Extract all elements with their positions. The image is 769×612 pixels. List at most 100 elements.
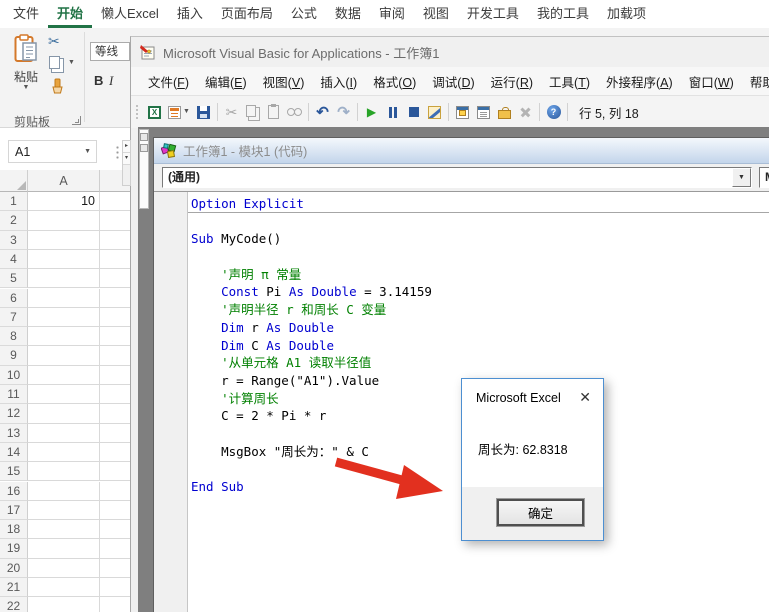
vba-title-bar[interactable]: Microsoft Visual Basic for Applications … [131, 37, 769, 67]
copy-dropdown-caret[interactable]: ▼ [68, 60, 75, 66]
vba-menu-F[interactable]: 文件(F) [140, 67, 197, 96]
cell-A20[interactable] [28, 559, 100, 578]
cell-B11[interactable] [100, 385, 132, 404]
bold-button[interactable]: B [94, 73, 103, 88]
row-header-9[interactable]: 9 [0, 346, 28, 365]
ribbon-tab-开始[interactable]: 开始 [48, 0, 92, 28]
cell-B18[interactable] [100, 520, 132, 539]
cut-icon[interactable]: ✂ [48, 33, 60, 50]
vba-menu-W[interactable]: 窗口(W) [681, 67, 742, 96]
cell-B13[interactable] [100, 424, 132, 443]
find-icon[interactable] [285, 102, 304, 122]
help-icon[interactable]: ? [544, 102, 563, 122]
design-mode-icon[interactable] [425, 102, 444, 122]
vba-menu-R[interactable]: 运行(R) [483, 67, 541, 96]
cell-A6[interactable] [28, 289, 100, 308]
tools-disabled-icon[interactable] [516, 102, 535, 122]
cell-A11[interactable] [28, 385, 100, 404]
vba-menu-O[interactable]: 格式(O) [365, 67, 424, 96]
cell-A3[interactable] [28, 231, 100, 250]
cell-A14[interactable] [28, 443, 100, 462]
ribbon-tab-我的工具[interactable]: 我的工具 [528, 0, 598, 28]
paste-button[interactable]: 粘贴 ▼ [8, 34, 44, 112]
cell-B12[interactable] [100, 404, 132, 423]
row-header-14[interactable]: 14 [0, 443, 28, 462]
break-icon[interactable] [383, 102, 402, 122]
save-icon[interactable] [194, 102, 213, 122]
clipboard-dialog-launcher[interactable] [72, 116, 81, 125]
vba-menu-I[interactable]: 插入(I) [312, 67, 365, 96]
cell-B19[interactable] [100, 539, 132, 558]
properties-window-icon[interactable] [474, 102, 493, 122]
row-header-13[interactable]: 13 [0, 424, 28, 443]
row-header-16[interactable]: 16 [0, 482, 28, 501]
ribbon-tab-开发工具[interactable]: 开发工具 [458, 0, 528, 28]
font-name-combo[interactable]: 等线 [90, 42, 130, 61]
cell-A18[interactable] [28, 520, 100, 539]
row-header-15[interactable]: 15 [0, 462, 28, 481]
code-window-title-bar[interactable]: 工作簿1 - 模块1 (代码) [154, 138, 769, 164]
redo-icon[interactable]: ↷ [334, 102, 353, 122]
view-excel-icon[interactable]: X [145, 102, 164, 122]
cell-A19[interactable] [28, 539, 100, 558]
select-all-corner[interactable] [0, 170, 28, 192]
cell-B8[interactable] [100, 327, 132, 346]
cell-A12[interactable] [28, 404, 100, 423]
cell-B10[interactable] [100, 366, 132, 385]
ribbon-tab-公式[interactable]: 公式 [282, 0, 326, 28]
format-painter-icon[interactable] [48, 78, 66, 96]
row-header-6[interactable]: 6 [0, 289, 28, 308]
cell-A2[interactable] [28, 211, 100, 230]
cell-A22[interactable] [28, 597, 100, 612]
project-explorer-icon[interactable] [453, 102, 472, 122]
close-icon[interactable]: ✕ [579, 389, 591, 406]
cell-B2[interactable] [100, 211, 132, 230]
cell-B6[interactable] [100, 289, 132, 308]
toolbox-icon[interactable] [495, 102, 514, 122]
cell-A21[interactable] [28, 578, 100, 597]
name-box-dropdown-icon[interactable]: ▼ [84, 141, 91, 163]
cell-B22[interactable] [100, 597, 132, 612]
ribbon-tab-页面布局[interactable]: 页面布局 [212, 0, 282, 28]
vba-menu-D[interactable]: 调试(D) [424, 67, 482, 96]
copy-icon[interactable] [49, 56, 60, 69]
cell-A7[interactable] [28, 308, 100, 327]
toolbar-drag-handle[interactable] [135, 104, 139, 120]
ok-button[interactable]: 确定 [497, 499, 584, 526]
cell-B3[interactable] [100, 231, 132, 250]
cell-A15[interactable] [28, 462, 100, 481]
worksheet-grid[interactable]: A 1102345678910111213141516171819202122 [0, 170, 132, 612]
cell-B9[interactable] [100, 346, 132, 365]
row-header-7[interactable]: 7 [0, 308, 28, 327]
run-icon[interactable]: ▶ [362, 102, 381, 122]
insert-userform-icon[interactable]: ▼ [166, 102, 192, 122]
ribbon-tab-插入[interactable]: 插入 [168, 0, 212, 28]
row-header-21[interactable]: 21 [0, 578, 28, 597]
cell-A9[interactable] [28, 346, 100, 365]
cell-B5[interactable] [100, 269, 132, 288]
row-header-2[interactable]: 2 [0, 211, 28, 230]
row-header-11[interactable]: 11 [0, 385, 28, 404]
cell-B20[interactable] [100, 559, 132, 578]
copy-icon[interactable] [243, 102, 262, 122]
docked-window-edge[interactable] [139, 129, 149, 209]
paste-icon[interactable] [264, 102, 283, 122]
ribbon-tab-视图[interactable]: 视图 [414, 0, 458, 28]
cell-B17[interactable] [100, 501, 132, 520]
cell-A17[interactable] [28, 501, 100, 520]
cell-A10[interactable] [28, 366, 100, 385]
cell-A1[interactable]: 10 [28, 192, 100, 211]
cut-icon[interactable]: ✂ [222, 102, 241, 122]
row-header-5[interactable]: 5 [0, 269, 28, 288]
italic-button[interactable]: I [109, 73, 113, 89]
row-header-8[interactable]: 8 [0, 327, 28, 346]
cell-B1[interactable] [100, 192, 132, 211]
ribbon-tab-文件[interactable]: 文件 [4, 0, 48, 28]
vba-menu-H[interactable]: 帮助(H) [742, 67, 769, 96]
margin-indicator-bar[interactable] [154, 192, 188, 612]
object-combo-dropdown-icon[interactable]: ▼ [732, 168, 751, 187]
vba-menu-V[interactable]: 视图(V) [255, 67, 313, 96]
row-header-4[interactable]: 4 [0, 250, 28, 269]
cell-A5[interactable] [28, 269, 100, 288]
row-header-12[interactable]: 12 [0, 404, 28, 423]
